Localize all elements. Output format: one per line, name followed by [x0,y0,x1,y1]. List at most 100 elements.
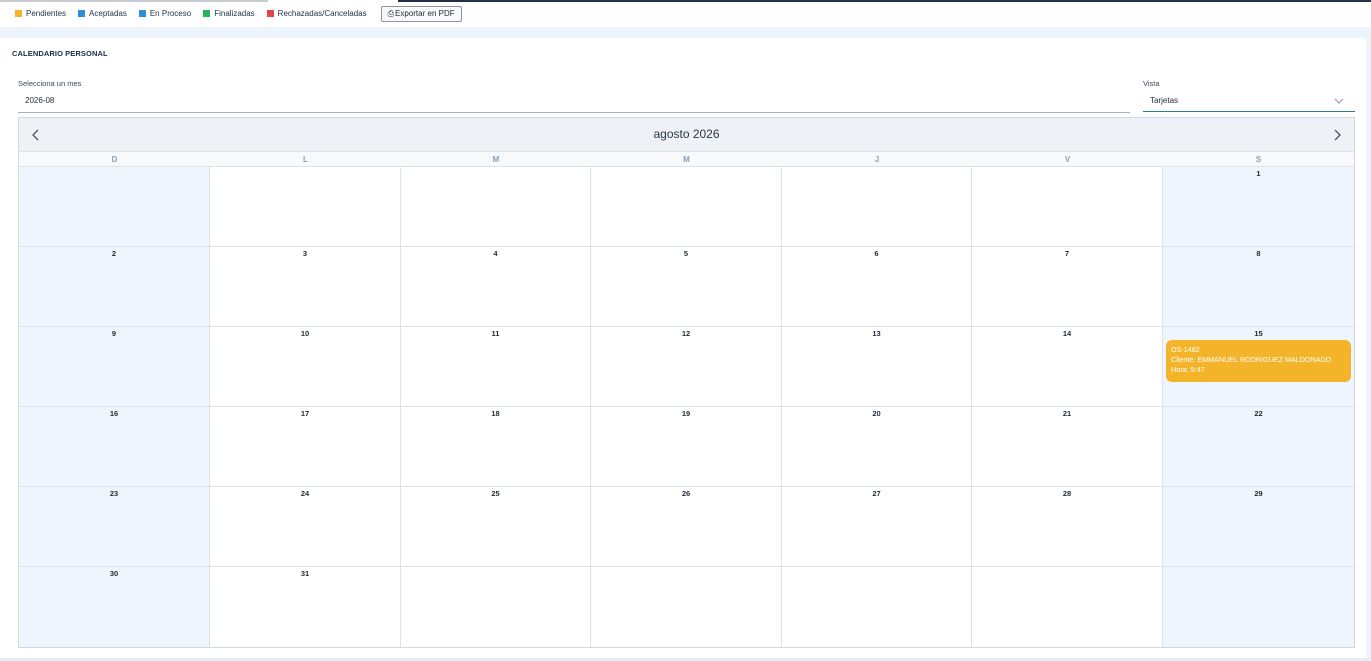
day-number: 8 [1256,249,1261,258]
day-number: 30 [109,569,119,578]
calendar-day-cell[interactable] [210,167,401,247]
chevron-left-icon [32,129,39,141]
next-month-button[interactable] [1329,127,1345,143]
calendar-day-cell[interactable] [591,167,782,247]
calendar-day-cell[interactable]: 10 [210,327,401,407]
view-select[interactable]: Tarjetas [1143,94,1355,112]
day-number: 31 [300,569,310,578]
calendar-day-cell[interactable]: 25 [401,487,591,567]
page-title: CALENDARIO PERSONAL [12,49,108,58]
calendar-day-cell[interactable]: 9 [19,327,210,407]
weekday-label: V [1064,155,1071,164]
legend-swatch [15,10,22,17]
legend-items: Pendientes Aceptadas En Proceso Finalizadas… [15,9,379,18]
day-number: 10 [300,329,310,338]
calendar-day-cell[interactable]: 2 [19,247,210,327]
calendar-day-cell[interactable]: 15 OS-1482 Cliente: EMMANUEL RODRIGUEZ MAL… [1163,327,1354,407]
calendar-day-cell[interactable]: 26 [591,487,782,567]
day-number: 3 [302,249,308,258]
calendar-day-cell[interactable]: 20 [782,407,972,487]
calendar-day-cell[interactable] [1163,567,1354,647]
day-number: 13 [872,329,881,338]
day-number: 22 [1254,409,1263,418]
calendar-header: agosto 2026 [19,118,1354,151]
calendar-day-cell[interactable]: 3 [210,247,401,327]
calendar-day-cell[interactable]: 29 [1163,487,1354,567]
month-field-label: Selecciona un mes [18,79,82,88]
calendar-day-cell[interactable] [401,567,591,647]
export-pdf-button[interactable]: ⎙ Exportar en PDF [380,5,462,22]
calendar-day-cell[interactable]: 14 [972,327,1163,407]
day-number: 11 [491,329,500,338]
day-number: 5 [683,249,689,258]
status-legend-bar: Pendientes Aceptadas En Proceso Finalizadas… [0,0,1371,27]
legend-item: Finalizadas [203,9,255,18]
calendar-day-cell[interactable]: 19 [591,407,782,487]
top-divider-right [398,0,1371,2]
legend-label: Finalizadas [214,9,255,18]
calendar-month-title: agosto 2026 [653,127,720,141]
calendar-day-cell[interactable]: 28 [972,487,1163,567]
legend-label: Aceptadas [89,9,127,18]
calendar-day-cell[interactable]: 8 [1163,247,1354,327]
weekday-label: D [111,155,118,164]
calendar-day-cell[interactable]: 1 [1163,167,1354,247]
legend-label: Pendientes [26,9,67,18]
previous-month-button[interactable] [28,127,44,143]
calendar-day-cell[interactable] [972,167,1163,247]
day-number: 9 [111,329,117,338]
calendar-day-cell[interactable]: 24 [210,487,401,567]
calendar-day-cell[interactable]: 7 [972,247,1163,327]
view-field-label: Vista [1143,79,1160,88]
legend-swatch [203,10,211,17]
calendar-day-cell[interactable]: 31 [210,567,401,647]
top-divider [0,0,1371,2]
weekday-label: M [683,155,690,164]
calendar-day-cell[interactable]: 27 [782,487,972,567]
day-number: 26 [681,489,691,498]
legend-label: Rechazadas/Canceladas [277,9,367,18]
day-number: 21 [1062,409,1072,418]
day-number: 15 [1254,329,1263,338]
event-card[interactable]: OS-1482 Cliente: EMMANUEL RODRIGUEZ MALDO… [1166,340,1351,382]
legend-item: Pendientes [15,9,66,18]
calendar-day-cell[interactable] [972,567,1163,647]
calendar-grid: 1 2 3 4 5 6 7 8 9 10 11 12 13 14 15 OS-1482 Cliente: EMM… [19,167,1354,647]
month-calendar: agosto 2026 DLMMJVS 1 2 3 4 5 6 7 8 9 10 11 12 13 14 1… [18,117,1355,648]
day-number: 17 [300,409,310,418]
calendar-day-cell[interactable]: 13 [782,327,972,407]
day-number: 28 [1062,489,1072,498]
day-number: 16 [109,409,119,418]
calendar-day-cell[interactable] [782,167,972,247]
calendar-day-cell[interactable]: 17 [210,407,401,487]
calendar-day-cell[interactable]: 5 [591,247,782,327]
top-divider-left [0,0,268,2]
day-number: 24 [300,489,310,498]
legend-swatch [138,10,146,17]
calendar-day-cell[interactable]: 22 [1163,407,1354,487]
calendar-day-cell[interactable]: 30 [19,567,210,647]
month-input[interactable]: 2026-08 [18,94,1130,113]
calendar-day-cell[interactable]: 11 [401,327,591,407]
calendar-day-cell[interactable]: 6 [782,247,972,327]
day-number: 25 [491,489,500,498]
day-number: 12 [681,329,691,338]
calendar-day-cell[interactable] [782,567,972,647]
calendar-day-cell[interactable] [401,167,591,247]
day-number: 7 [1064,249,1070,258]
calendar-day-cell[interactable] [591,567,782,647]
day-number: 29 [1254,489,1263,498]
calendar-day-cell[interactable]: 18 [401,407,591,487]
export-pdf-label: Exportar en PDF [395,9,455,18]
calendar-day-cell[interactable]: 23 [19,487,210,567]
day-number: 14 [1062,329,1072,338]
calendar-day-cell[interactable] [19,167,210,247]
legend-item: Aceptadas [78,9,127,18]
legend-swatch [266,10,274,17]
calendar-day-cell[interactable]: 21 [972,407,1163,487]
calendar-day-cell[interactable]: 16 [19,407,210,487]
legend-item: En Proceso [138,9,191,18]
event-time: Hora: 9:47 [1171,365,1205,374]
calendar-day-cell[interactable]: 12 [591,327,782,407]
calendar-day-cell[interactable]: 4 [401,247,591,327]
